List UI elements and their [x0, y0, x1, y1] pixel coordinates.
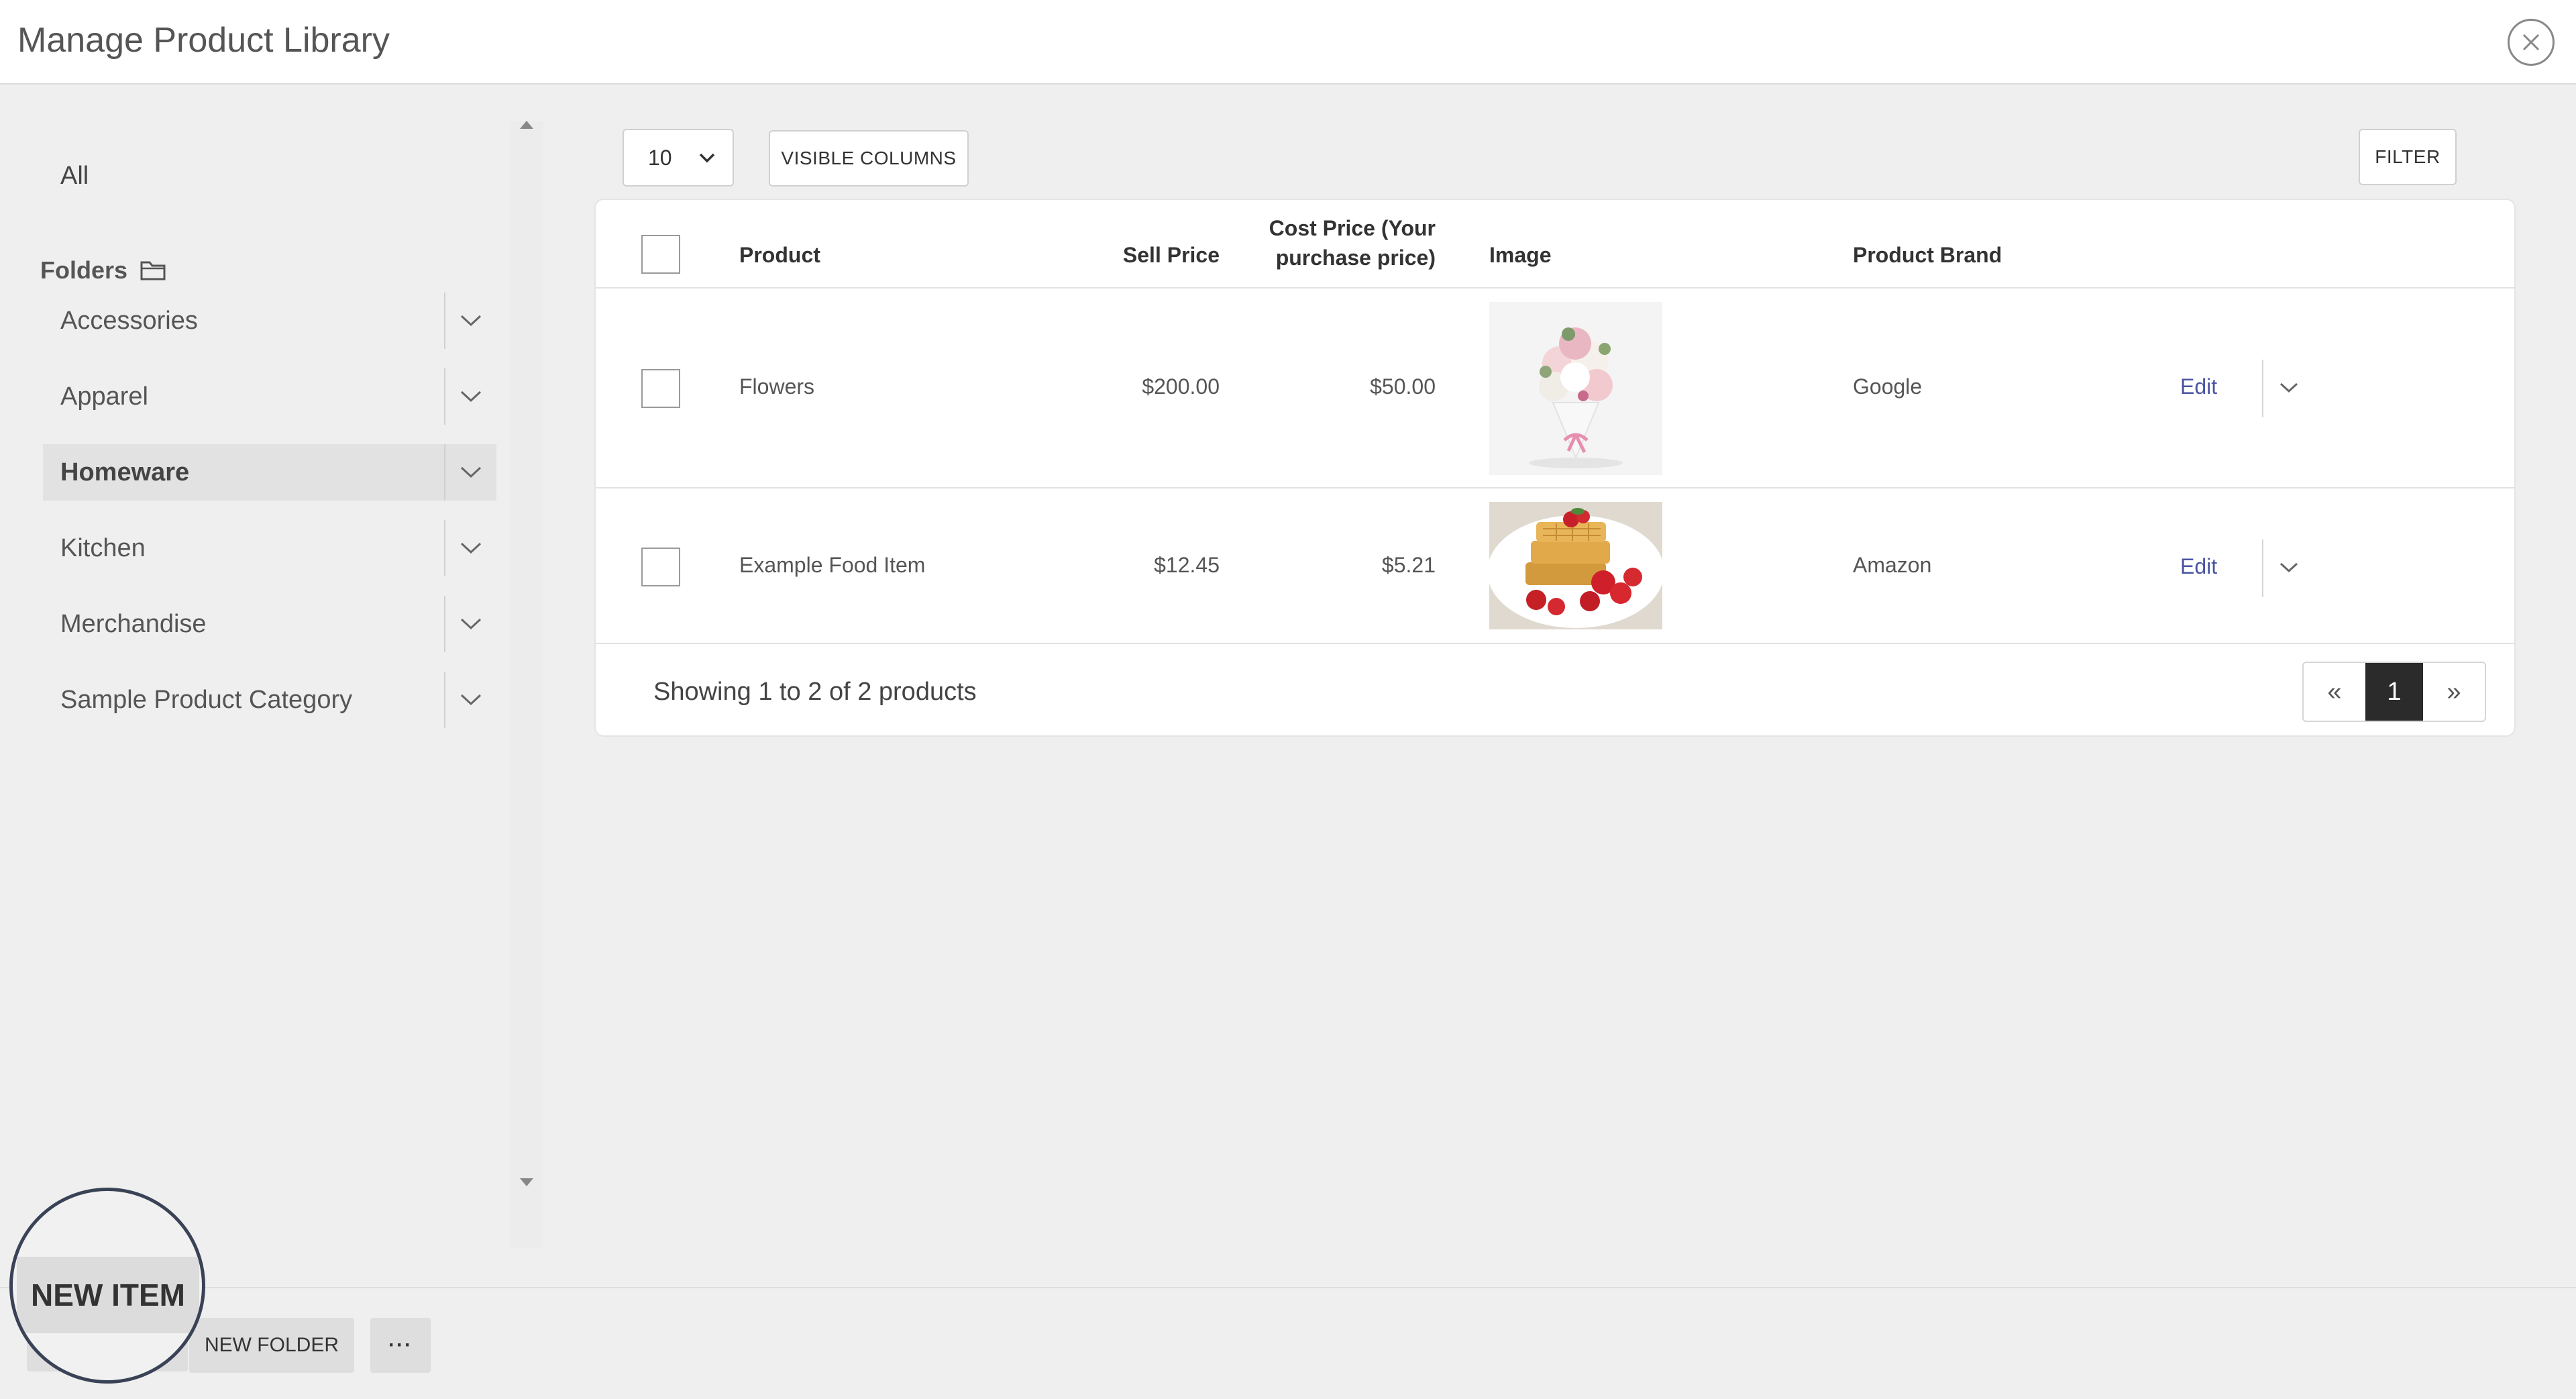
sidebar-item-label: Merchandise	[60, 609, 207, 638]
folders-label: Folders	[40, 256, 128, 284]
sidebar-item-sample-product-category[interactable]: Sample Product Category	[43, 672, 496, 728]
divider	[444, 672, 445, 728]
sidebar-item-label: All	[60, 161, 89, 190]
next-page-button[interactable]: »	[2423, 663, 2485, 721]
showing-count: Showing 1 to 2 of 2 products	[653, 678, 977, 706]
folder-icon	[140, 261, 166, 280]
product-brand: Amazon	[1853, 553, 1932, 577]
product-brand: Google	[1853, 374, 1923, 399]
divider	[444, 596, 445, 652]
cost-price: $50.00	[1370, 374, 1436, 399]
sidebar-item-label: Kitchen	[60, 533, 146, 562]
prev-page-button[interactable]: «	[2304, 663, 2365, 721]
chevron-down-icon[interactable]	[456, 458, 486, 487]
products-table: Product Sell Price Cost Price (Your purc…	[594, 199, 2516, 737]
sell-price: $200.00	[1142, 374, 1220, 399]
chevron-down-icon[interactable]	[2275, 374, 2302, 401]
cost-price: $5.21	[1381, 553, 1436, 577]
bottom-action-bar: NEW FOLDER ···	[0, 1287, 2576, 1399]
filter-button[interactable]: FILTER	[2359, 129, 2457, 185]
sidebar-item-accessories[interactable]: Accessories	[43, 293, 496, 349]
page-button-current[interactable]: 1	[2365, 663, 2423, 721]
close-icon	[2522, 34, 2540, 51]
chevron-down-icon[interactable]	[456, 306, 486, 335]
chevron-down-icon[interactable]	[456, 382, 486, 411]
sell-price: $12.45	[1154, 553, 1220, 577]
flower-bouquet-image	[1489, 302, 1662, 475]
new-item-button[interactable]: NEW ITEM	[17, 1257, 199, 1333]
sidebar: All Folders Accessories Apparel Homeware…	[0, 86, 543, 1287]
new-folder-button[interactable]: NEW FOLDER	[189, 1318, 354, 1373]
chevron-down-icon[interactable]	[456, 609, 486, 639]
divider	[444, 520, 445, 576]
sidebar-item-label: Apparel	[60, 382, 148, 411]
sidebar-item-all[interactable]: All	[43, 142, 486, 209]
edit-link[interactable]: Edit	[2180, 374, 2217, 399]
column-header-sell-price[interactable]: Sell Price	[1038, 243, 1220, 268]
table-header: Product Sell Price Cost Price (Your purc…	[596, 200, 2514, 289]
folders-heading: Folders	[40, 247, 166, 294]
sidebar-item-apparel[interactable]: Apparel	[43, 368, 496, 425]
edit-link[interactable]: Edit	[2180, 554, 2217, 579]
scroll-up-icon[interactable]	[520, 121, 533, 129]
product-name: Example Food Item	[739, 553, 926, 577]
sidebar-item-label: Homeware	[60, 458, 190, 486]
chevron-down-icon[interactable]	[456, 533, 486, 563]
column-header-cost-price[interactable]: Cost Price (Your purchase price)	[1220, 213, 1436, 272]
column-header-brand[interactable]: Product Brand	[1853, 243, 2002, 268]
more-options-button[interactable]: ···	[370, 1318, 431, 1373]
chevron-down-icon[interactable]	[2275, 554, 2302, 581]
sidebar-scrollbar[interactable]	[510, 121, 543, 1248]
product-name: Flowers	[739, 374, 815, 399]
sidebar-item-label: Sample Product Category	[60, 685, 353, 714]
chevron-down-icon	[699, 153, 714, 163]
row-checkbox[interactable]	[641, 369, 680, 408]
divider	[444, 444, 445, 501]
divider	[444, 368, 445, 425]
modal-header: Manage Product Library	[0, 0, 2576, 85]
chevron-down-icon[interactable]	[456, 685, 486, 715]
table-row: Flowers $200.00 $50.00 Google Edit	[596, 289, 2514, 488]
sidebar-item-label: Accessories	[60, 306, 198, 335]
page-title: Manage Product Library	[17, 21, 390, 60]
column-header-image: Image	[1489, 243, 1552, 267]
pagination: « 1 »	[2302, 662, 2486, 722]
sidebar-item-kitchen[interactable]: Kitchen	[43, 520, 496, 576]
page-size-select[interactable]: 10	[623, 129, 734, 187]
sidebar-item-merchandise[interactable]: Merchandise	[43, 596, 496, 652]
visible-columns-button[interactable]: VISIBLE COLUMNS	[769, 130, 969, 187]
page-size-value: 10	[648, 145, 672, 170]
divider	[2262, 539, 2263, 597]
waffles-image	[1489, 502, 1662, 629]
select-all-checkbox[interactable]	[641, 235, 680, 274]
close-button[interactable]	[2508, 19, 2555, 66]
divider	[2262, 360, 2263, 417]
row-checkbox[interactable]	[641, 548, 680, 586]
folder-list: Accessories Apparel Homeware Kitchen Mer…	[43, 293, 496, 747]
divider	[444, 293, 445, 349]
table-footer: Showing 1 to 2 of 2 products « 1 »	[596, 644, 2514, 737]
new-item-zoom-highlight: NEW ITEM	[9, 1188, 205, 1384]
table-row: Example Food Item $12.45 $5.21 Amazon Ed…	[596, 488, 2514, 644]
column-header-product[interactable]: Product	[739, 243, 820, 268]
scroll-down-icon[interactable]	[520, 1178, 533, 1186]
sidebar-item-homeware[interactable]: Homeware	[43, 444, 496, 501]
